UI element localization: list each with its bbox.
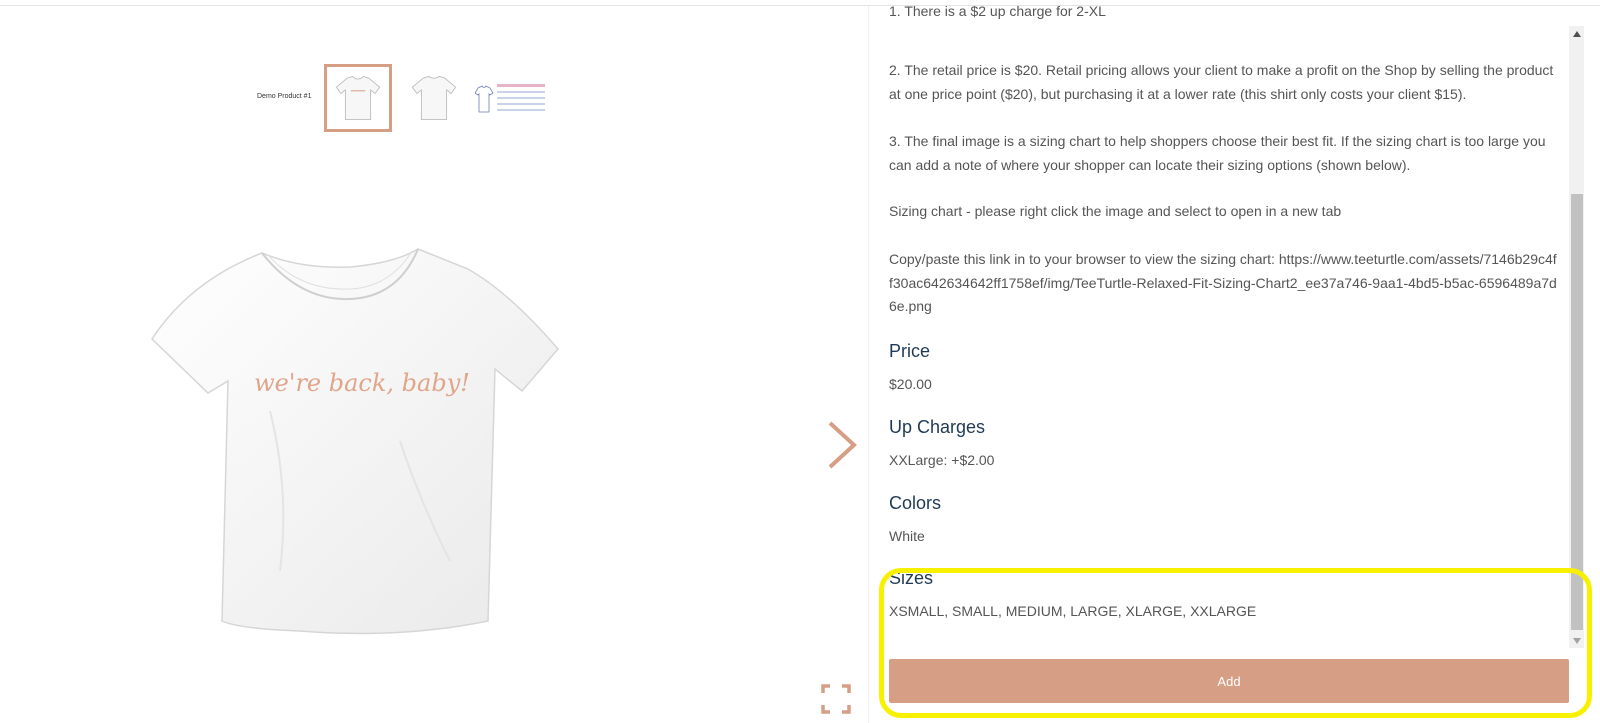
price-value: $20.00 — [889, 376, 932, 392]
scroll-down-icon[interactable] — [1569, 633, 1584, 648]
description-line-4: Sizing chart - please right click the im… — [889, 203, 1342, 219]
scrollbar-thumb[interactable] — [1571, 194, 1583, 630]
product-details-panel: 1. There is a $2 up charge for 2-XL 2. T… — [868, 6, 1600, 723]
colors-value: White — [889, 528, 925, 544]
scroll-up-icon[interactable] — [1569, 26, 1584, 41]
details-scrollbar[interactable] — [1569, 26, 1584, 648]
thumbnail-back[interactable] — [400, 64, 468, 132]
product-gallery: Demo Product #1 we're back, baby! — [0, 6, 866, 723]
up-charges-heading: Up Charges — [889, 417, 986, 437]
sizes-value: XSMALL, SMALL, MEDIUM, LARGE, XLARGE, XX… — [889, 603, 1257, 619]
sizes-heading: Sizes — [889, 568, 934, 588]
thumbnail-product-label: Demo Product #1 — [257, 93, 312, 100]
description-line-2: 2. The retail price is $20. Retail prici… — [889, 62, 1554, 102]
up-charges-value: XXLarge: +$2.00 — [889, 452, 995, 468]
product-main-image[interactable]: we're back, baby! — [150, 241, 570, 646]
sizing-chart-link-text: Copy/paste this link in to your browser … — [889, 251, 1557, 314]
thumbnail-front[interactable] — [324, 64, 392, 132]
price-heading: Price — [889, 341, 931, 361]
description-line-3: 3. The final image is a sizing chart to … — [889, 133, 1546, 173]
fullscreen-icon[interactable] — [821, 684, 851, 714]
next-image-arrow[interactable] — [826, 420, 858, 470]
thumbnail-sizing-chart[interactable] — [473, 64, 549, 132]
shirt-print-text: we're back, baby! — [254, 369, 470, 397]
chevron-right-icon — [828, 421, 857, 469]
add-button[interactable]: Add — [889, 659, 1569, 703]
colors-heading: Colors — [889, 493, 942, 513]
details-scroll-area[interactable]: 1. There is a $2 up charge for 2-XL 2. T… — [869, 6, 1569, 641]
description-line-1: 1. There is a $2 up charge for 2-XL — [889, 6, 1106, 19]
